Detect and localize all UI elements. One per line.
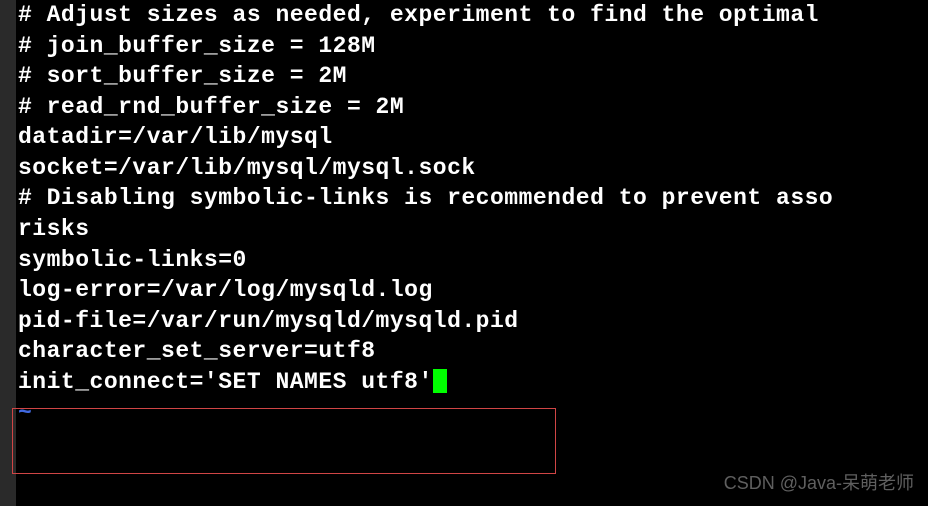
config-line: symbolic-links=0	[18, 245, 928, 276]
scrollbar[interactable]	[0, 0, 16, 506]
config-line: # Disabling symbolic-links is recommende…	[18, 183, 928, 214]
config-text: init_connect='SET NAMES utf8'	[18, 369, 433, 395]
watermark-text: CSDN @Java-呆萌老师	[724, 472, 914, 496]
cursor-icon	[433, 369, 447, 393]
config-line: socket=/var/lib/mysql/mysql.sock	[18, 153, 928, 184]
config-line: risks	[18, 214, 928, 245]
config-line: # sort_buffer_size = 2M	[18, 61, 928, 92]
cursor-line: init_connect='SET NAMES utf8'	[18, 367, 928, 398]
config-line: # Adjust sizes as needed, experiment to …	[18, 0, 928, 31]
config-line: # join_buffer_size = 128M	[18, 31, 928, 62]
config-line: # read_rnd_buffer_size = 2M	[18, 92, 928, 123]
vim-tilde: ~	[18, 398, 928, 429]
config-line: datadir=/var/lib/mysql	[18, 122, 928, 153]
config-line: pid-file=/var/run/mysqld/mysqld.pid	[18, 306, 928, 337]
terminal-content[interactable]: # Adjust sizes as needed, experiment to …	[18, 0, 928, 428]
config-line: log-error=/var/log/mysqld.log	[18, 275, 928, 306]
config-line: character_set_server=utf8	[18, 336, 928, 367]
